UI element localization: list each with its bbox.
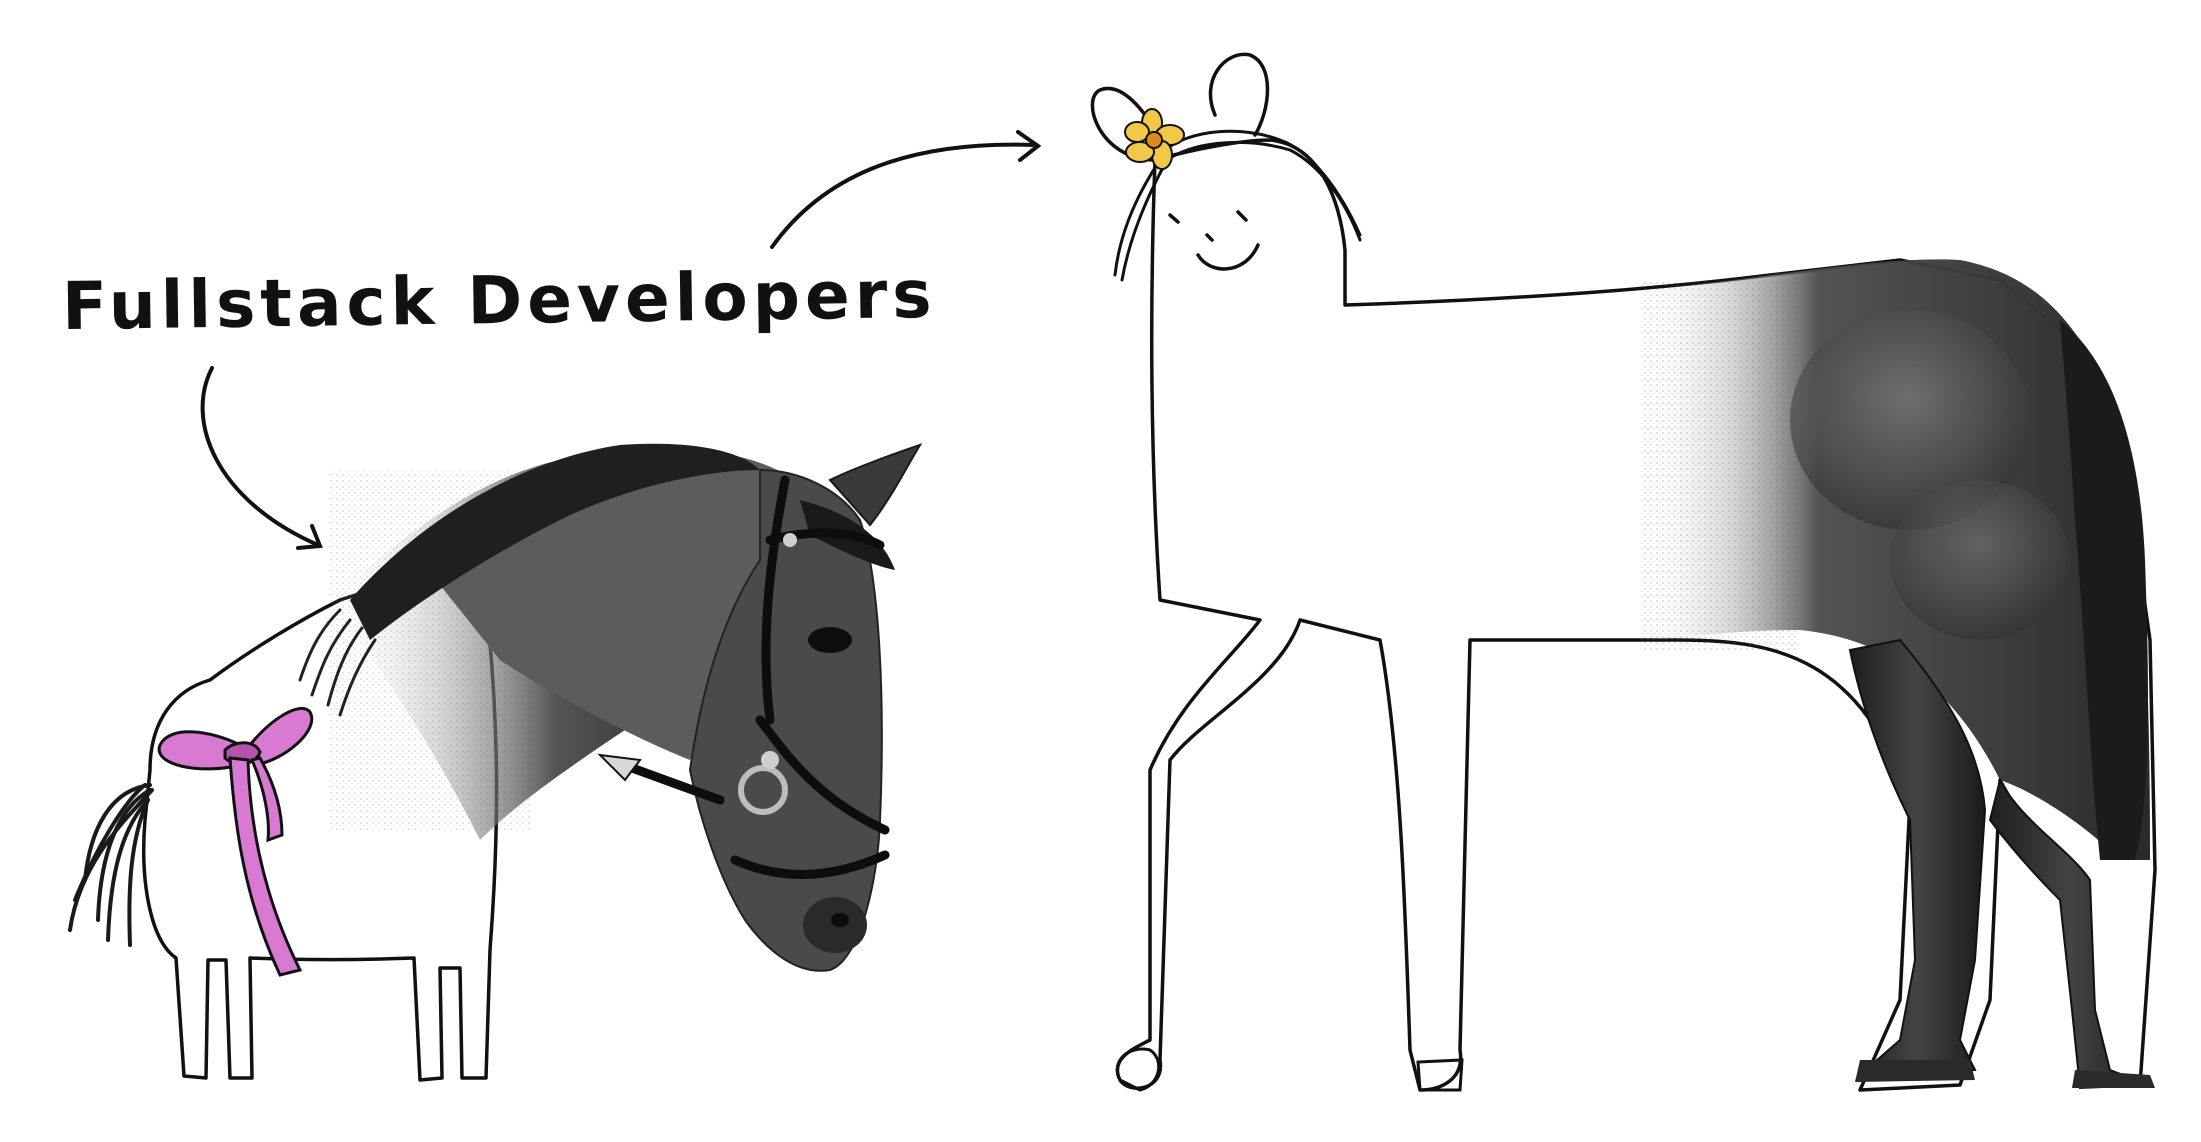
- meme-canvas: Fullstack Developers: [0, 0, 2201, 1138]
- left-horse-eye: [808, 627, 852, 653]
- arrow-to-left-figure: [200, 366, 323, 550]
- left-horse-tail: [68, 783, 154, 947]
- right-horse: [1090, 52, 2157, 1092]
- left-horse: [68, 443, 923, 1082]
- arrow-to-right-figure: [770, 130, 1042, 249]
- caption-fullstack-developers: Fullstack Developers: [61, 255, 938, 346]
- illustration: [68, 52, 2157, 1092]
